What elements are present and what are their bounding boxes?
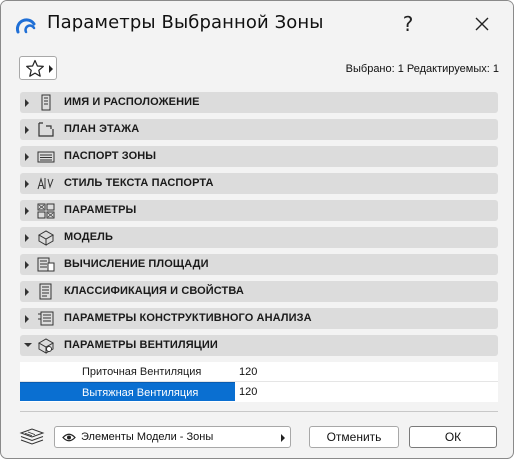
panel-label: ПЛАН ЭТАЖА [64, 123, 140, 135]
chevron-right-icon [281, 434, 285, 442]
panel-label: ПАРАМЕТРЫ [64, 204, 137, 216]
expand-arrow-icon [25, 288, 29, 296]
star-icon [26, 59, 44, 77]
panel-label: ПАСПОРТ ЗОНЫ [64, 150, 157, 162]
table-row[interactable]: Приточная Вентиляция 120 [20, 362, 498, 381]
expand-arrow-icon [25, 153, 29, 161]
ok-button[interactable]: ОК [409, 426, 497, 448]
ventilation-table: Приточная Вентиляция 120 Вытяжная Вентил… [20, 362, 498, 402]
row-name: Вытяжная Вентиляция [20, 382, 235, 401]
help-button[interactable]: ? [385, 3, 431, 45]
title-bar[interactable]: Параметры Выбранной Зоны ? [1, 1, 513, 47]
close-icon [475, 17, 489, 31]
floor-plan-icon [38, 122, 54, 137]
panel-label: ПАРАМЕТРЫ КОНСТРУКТИВНОГО АНАЛИЗА [64, 312, 312, 324]
panel-parameters[interactable]: ПАРАМЕТРЫ [20, 200, 498, 221]
zone-stamp-icon [37, 151, 55, 163]
row-value[interactable]: 120 [236, 382, 498, 401]
classification-icon [39, 283, 52, 300]
panel-model[interactable]: МОДЕЛЬ [20, 227, 498, 248]
panel-label: СТИЛЬ ТЕКСТА ПАСПОРТА [64, 177, 214, 189]
ventilation-icon [37, 338, 55, 354]
panel-text-style[interactable]: СТИЛЬ ТЕКСТА ПАСПОРТА [20, 173, 498, 194]
collapse-arrow-icon [24, 343, 32, 347]
expand-arrow-icon [25, 99, 29, 107]
table-row-selected[interactable]: Вытяжная Вентиляция 120 [20, 382, 498, 401]
expand-arrow-icon [25, 315, 29, 323]
footer-divider [20, 411, 498, 412]
panel-ventilation[interactable]: ПАРАМЕТРЫ ВЕНТИЛЯЦИИ [20, 335, 498, 356]
selection-info: Выбрано: 1 Редактируемых: 1 [345, 63, 499, 75]
expand-arrow-icon [25, 180, 29, 188]
text-style-icon [37, 177, 54, 190]
expand-arrow-icon [25, 207, 29, 215]
archicad-logo-icon [15, 18, 36, 34]
panel-label: КЛАССИФИКАЦИЯ И СВОЙСТВА [64, 285, 244, 297]
panel-area-calculation[interactable]: ВЫЧИСЛЕНИЕ ПЛОЩАДИ [20, 254, 498, 275]
expand-arrow-icon [25, 234, 29, 242]
panel-label: МОДЕЛЬ [64, 231, 113, 243]
panel-classification[interactable]: КЛАССИФИКАЦИЯ И СВОЙСТВА [20, 281, 498, 302]
panel-label: ИМЯ И РАСПОЛОЖЕНИЕ [64, 96, 200, 108]
expand-arrow-icon [25, 126, 29, 134]
panel-label: ВЫЧИСЛЕНИЕ ПЛОЩАДИ [64, 258, 209, 270]
favorites-button[interactable] [19, 56, 57, 80]
view-mode-select[interactable]: Элементы Модели - Зоны [54, 426, 291, 448]
zone-settings-dialog: Параметры Выбранной Зоны ? Выбрано: 1 Ре… [0, 0, 514, 459]
view-mode-label: Элементы Модели - Зоны [81, 431, 214, 443]
panel-structural-analysis[interactable]: ПАРАМЕТРЫ КОНСТРУКТИВНОГО АНАЛИЗА [20, 308, 498, 329]
panel-label: ПАРАМЕТРЫ ВЕНТИЛЯЦИИ [64, 339, 218, 351]
window-title: Параметры Выбранной Зоны [47, 12, 324, 33]
layers-icon [19, 428, 45, 445]
eye-icon [62, 433, 76, 442]
cancel-button[interactable]: Отменить [309, 426, 399, 448]
panel-floor-plan[interactable]: ПЛАН ЭТАЖА [20, 119, 498, 140]
panel-zone-stamp[interactable]: ПАСПОРТ ЗОНЫ [20, 146, 498, 167]
parameters-icon [37, 203, 55, 219]
row-name: Приточная Вентиляция [82, 366, 202, 378]
close-button[interactable] [459, 3, 505, 45]
chevron-right-icon [49, 65, 53, 73]
expand-arrow-icon [25, 261, 29, 269]
area-calculation-icon [37, 257, 55, 272]
model-icon [37, 230, 55, 246]
structural-analysis-icon [38, 311, 54, 326]
name-location-icon [41, 94, 51, 111]
panel-name-location[interactable]: ИМЯ И РАСПОЛОЖЕНИЕ [20, 92, 498, 113]
row-value[interactable]: 120 [236, 362, 498, 381]
